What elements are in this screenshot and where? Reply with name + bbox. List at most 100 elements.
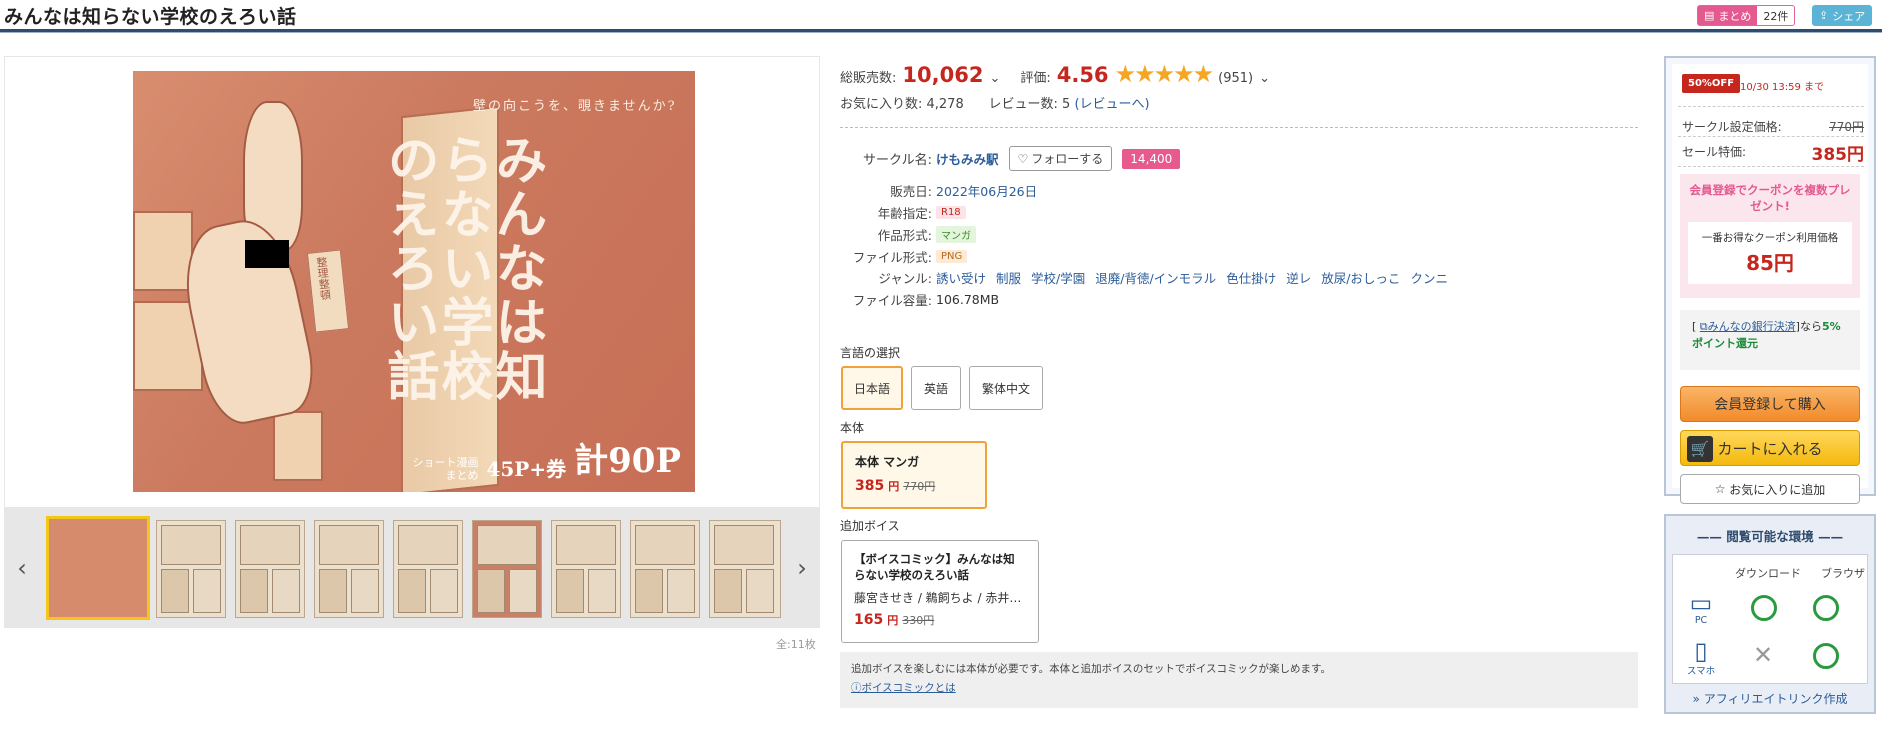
genre-link[interactable]: クンニ <box>1410 268 1448 287</box>
genre-list: 誘い受け 制服 学校/学園 退廃/背徳/インモラル 色仕掛け 逆レ 放尿/おしっ… <box>936 268 1448 287</box>
title-rule <box>0 29 1882 33</box>
thumbnail[interactable] <box>472 520 542 618</box>
thumbnail[interactable] <box>551 520 621 618</box>
environment-box: —— 閲覧可能な環境 —— ダウンロード ブラウザ ▭ PC ▯ スマホ ✕ »… <box>1664 514 1876 714</box>
cover-pages-mid: 45P+券 <box>486 457 567 481</box>
chevron-down-icon[interactable]: ⌄ <box>1259 71 1270 86</box>
voice-note-text: 追加ボイスを楽しむには本体が必要です。本体と追加ボイスのセットでボイスコミックが… <box>851 663 1331 675</box>
discount-deadline: 10/30 13:59 まで <box>1740 82 1824 93</box>
main-product-name: 本体 マンガ <box>855 455 920 469</box>
pc-device: ▭ PC <box>1681 591 1721 626</box>
heart-icon: ♡ <box>1017 151 1029 166</box>
rating-stars: ★★★★★ <box>1114 60 1215 88</box>
file-badge[interactable]: PNG <box>936 250 968 263</box>
voice-label: 追加ボイス <box>840 519 900 533</box>
genre-link[interactable]: 誘い受け <box>936 268 986 287</box>
format-badge[interactable]: マンガ <box>936 226 976 243</box>
thumbnail[interactable] <box>156 520 226 618</box>
cover-pages-total: 計90P <box>574 441 681 481</box>
coupon-panel[interactable]: 会員登録でクーポンを複数プレゼント! 一番お得なクーポン利用価格 85円 <box>1680 174 1860 298</box>
image-count: 全:11枚 <box>776 638 816 651</box>
rating-label: 評価: <box>1020 71 1051 86</box>
thumbnail-1[interactable] <box>46 516 150 620</box>
follow-label: フォローする <box>1031 152 1104 166</box>
rating-value: 4.56 <box>1056 63 1109 87</box>
favorites-count: お気に入り数: 4,278 <box>840 97 964 112</box>
matome-button[interactable]: ▤ まとめ 22件 <box>1697 5 1796 26</box>
language-option-zh[interactable]: 繁体中文 <box>969 366 1043 410</box>
col-download: ダウンロード <box>1735 567 1801 580</box>
voice-product-name: 【ボイスコミック】みんなは知らない学校のえろい話 <box>854 552 1015 582</box>
environment-title: —— 閲覧可能な環境 —— <box>1696 529 1844 544</box>
genre-link[interactable]: 逆レ <box>1286 268 1311 287</box>
page-title: みんなは知らない学校のえろい話 <box>4 6 297 28</box>
follow-count: 14,400 <box>1122 148 1181 169</box>
cover-image[interactable]: 整理整頓 壁の向こうを、覗きませんか? みんなは知らない学校のえろい話 ショート… <box>133 71 695 492</box>
genre-link[interactable]: 退廃/背徳/インモラル <box>1095 268 1216 287</box>
release-row: 販売日: 2022年06月26日 <box>840 181 1037 200</box>
thumbnail[interactable] <box>630 520 700 618</box>
divider <box>840 127 1638 128</box>
sp-download-ng-icon: ✕ <box>1753 641 1774 669</box>
share-label: シェア <box>1832 9 1866 23</box>
age-badge[interactable]: R18 <box>936 206 966 219</box>
chevron-right-icon[interactable]: › <box>784 508 820 628</box>
voice-product-card[interactable]: 【ボイスコミック】みんなは知らない学校のえろい話 藤宮きせき / 鵜飼ちよ / … <box>841 540 1039 643</box>
genre-link[interactable]: 放尿/おしっこ <box>1321 268 1400 287</box>
main-image-area[interactable]: 整理整頓 壁の向こうを、覗きませんか? みんなは知らない学校のえろい話 ショート… <box>4 56 820 508</box>
sales-rating-row: 総販売数: 10,062 ⌄ 評価: 4.56 ★★★★★ (951) ⌄ <box>840 60 1270 88</box>
genre-link[interactable]: 学校/学園 <box>1031 268 1085 287</box>
language-option-ja[interactable]: 日本語 <box>841 366 903 410</box>
voice-comic-link[interactable]: ⓘボイスコミックとは <box>851 680 1627 695</box>
cover-pages-line1: ショート漫画 <box>412 456 479 469</box>
thumbnail[interactable] <box>709 520 781 618</box>
thumbnail[interactable] <box>314 520 384 618</box>
external-link-icon: ⧉ <box>1699 320 1708 333</box>
age-row: 年齢指定: R18 <box>840 203 966 222</box>
language-label: 言語の選択 <box>840 346 901 360</box>
bank-bracket-close: ]なら <box>1795 320 1822 333</box>
follow-button[interactable]: ♡ フォローする <box>1008 146 1113 171</box>
col-browser: ブラウザ <box>1821 567 1865 580</box>
thumbnail-strip: ‹ › <box>4 508 820 628</box>
pc-icon: ▭ <box>1689 589 1713 617</box>
affiliate-link[interactable]: » アフィリエイトリンク作成 <box>1674 690 1866 707</box>
file-row: ファイル形式: PNG <box>840 247 968 266</box>
main-product-card[interactable]: 本体 マンガ 385 円 770円 <box>841 441 987 509</box>
register-purchase-button[interactable]: 会員登録して購入 <box>1680 386 1860 422</box>
genre-link[interactable]: 色仕掛け <box>1226 268 1276 287</box>
coupon-price: 85円 <box>1746 251 1794 275</box>
trash-bin <box>273 411 323 481</box>
main-product-orig-price: 770円 <box>903 480 936 493</box>
reviews-count: レビュー数: 5 <box>988 97 1071 112</box>
release-date[interactable]: 2022年06月26日 <box>936 181 1037 200</box>
environment-table: ダウンロード ブラウザ ▭ PC ▯ スマホ ✕ <box>1672 554 1868 684</box>
format-row: 作品形式: マンガ <box>840 225 976 244</box>
add-favorite-button[interactable]: ☆ お気に入りに追加 <box>1680 474 1860 504</box>
purchase-box: 50%OFF 10/30 13:59 まで サークル設定価格: 770円 セール… <box>1664 56 1876 504</box>
bank-promo: [ ⧉みんなの銀行決済]なら5%ポイント還元 <box>1680 310 1860 370</box>
set-price-value: 770円 <box>1829 120 1864 134</box>
main-product-label: 本体 <box>840 421 865 435</box>
genre-link[interactable]: 制服 <box>996 268 1021 287</box>
set-price-row: サークル設定価格: 770円 <box>1682 118 1864 135</box>
set-price-label: サークル設定価格: <box>1682 120 1782 134</box>
add-favorite-label: お気に入りに追加 <box>1729 482 1826 497</box>
size-value: 106.78MB <box>936 292 1000 307</box>
matome-count: 22件 <box>1763 9 1789 23</box>
add-to-cart-button[interactable]: 🛒 カートに入れる <box>1680 430 1860 466</box>
pc-browser-ok-icon <box>1813 595 1839 621</box>
cover-tagline: 壁の向こうを、覗きませんか? <box>473 99 677 114</box>
circle-link[interactable]: けもみみ駅 <box>936 149 999 168</box>
reviews-link[interactable]: (レビューへ) <box>1074 97 1149 112</box>
bank-link[interactable]: ⧉みんなの銀行決済 <box>1700 320 1796 333</box>
language-option-en[interactable]: 英語 <box>911 366 961 410</box>
share-button[interactable]: ⇪ シェア <box>1812 5 1873 26</box>
bookmark-icon: ▤ <box>1704 9 1715 22</box>
circle-row: サークル名: けもみみ駅 ♡ フォローする 14,400 <box>840 146 1181 171</box>
thumbnail[interactable] <box>235 520 305 618</box>
chevron-left-icon[interactable]: ‹ <box>4 508 40 628</box>
wall-sign-text: 整理整頓 <box>314 255 332 301</box>
thumbnail[interactable] <box>393 520 463 618</box>
chevron-down-icon[interactable]: ⌄ <box>989 71 1000 86</box>
